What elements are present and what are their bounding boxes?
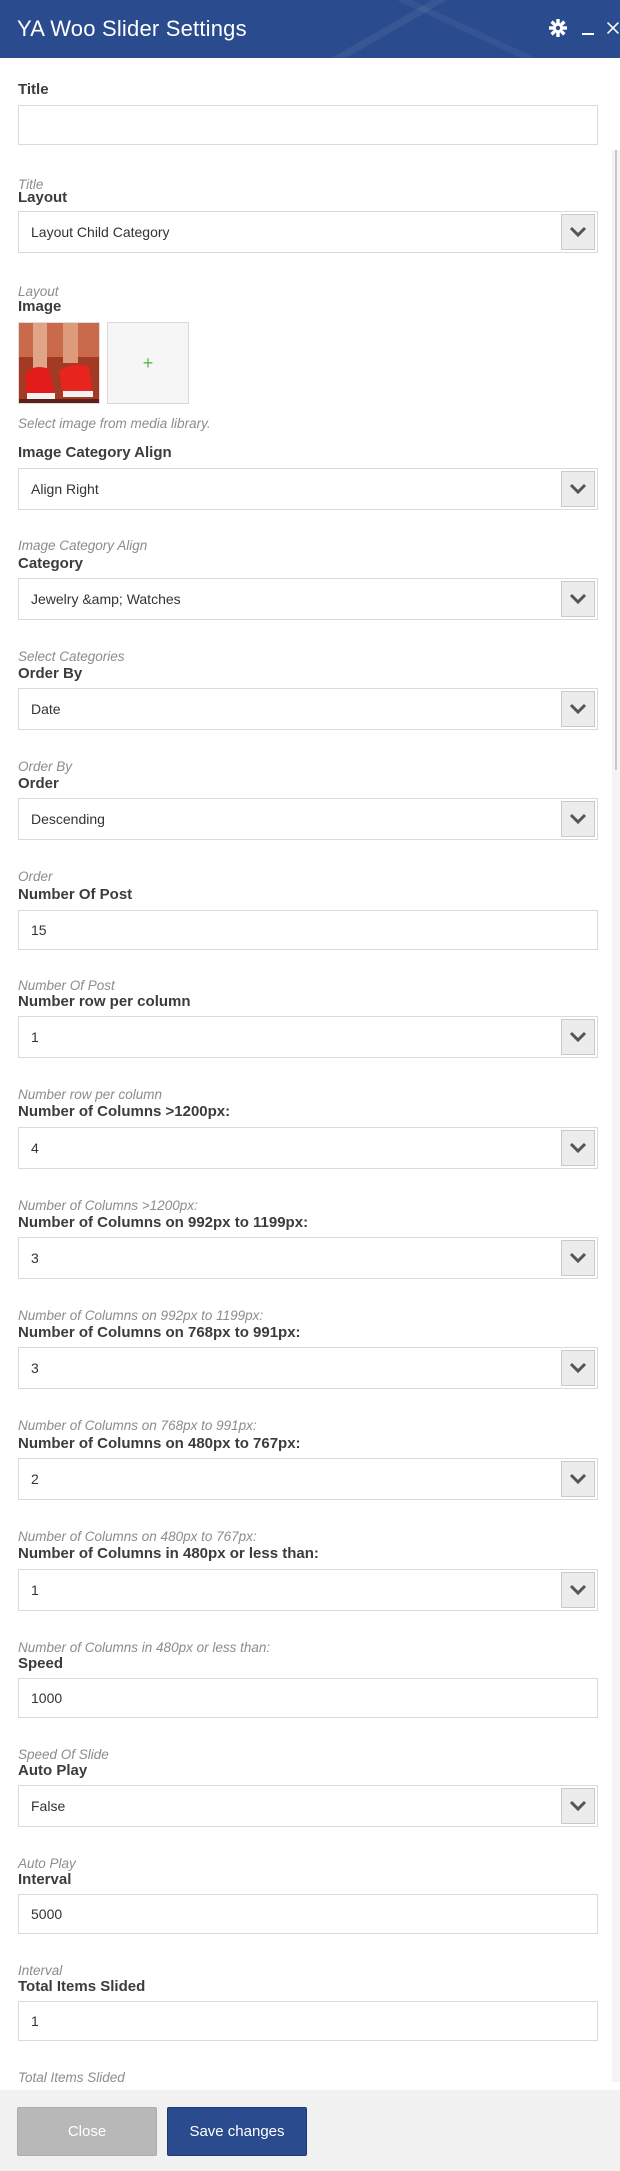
gear-icon[interactable] [546,14,570,42]
cols-1200-select[interactable]: 4 [18,1127,598,1169]
title-label: Title [18,81,49,98]
total-items-input[interactable]: 1 [18,2001,598,2041]
order-by-label: Order By [18,665,83,682]
number-of-post-input[interactable]: 15 [18,910,598,950]
minimize-icon[interactable] [580,14,596,42]
chevron-down-icon[interactable] [561,1788,595,1824]
dialog-header: YA Woo Slider Settings [0,0,620,58]
chevron-down-icon[interactable] [561,1019,595,1055]
close-icon[interactable] [606,14,620,42]
image-hint: Select image from media library. [18,416,211,431]
dialog-title: YA Woo Slider Settings [17,16,247,41]
image-picker: + [18,322,198,406]
category-value: Jewelry &amp; Watches [31,591,181,607]
cols-1200-value: 4 [31,1140,39,1156]
settings-panel: Title Title Layout Layout Child Category… [0,58,620,2090]
auto-play-hint: Auto Play [18,1856,76,1871]
order-by-value: Date [31,701,61,717]
order-label: Order [18,775,59,792]
category-hint: Select Categories [18,649,125,664]
cols-992-hint: Number of Columns on 992px to 1199px: [18,1308,264,1323]
image-align-hint: Image Category Align [18,538,148,553]
rows-per-column-hint: Number row per column [18,1087,163,1102]
layout-label: Layout [18,189,68,206]
auto-play-label: Auto Play [18,1762,88,1779]
chevron-down-icon[interactable] [561,1240,595,1276]
chevron-down-icon[interactable] [561,801,595,837]
number-of-post-hint: Number Of Post [18,978,115,993]
order-select[interactable]: Descending [18,798,598,840]
cols-480-label: Number of Columns on 480px to 767px: [18,1435,301,1452]
image-label: Image [18,298,62,315]
add-image-button[interactable]: + [107,322,189,404]
scrollbar-thumb[interactable] [615,150,617,770]
speed-label: Speed [18,1655,64,1672]
rows-per-column-label: Number row per column [18,993,191,1010]
rows-per-column-select[interactable]: 1 [18,1016,598,1058]
layout-select[interactable]: Layout Child Category [18,211,598,253]
interval-input[interactable]: 5000 [18,1894,598,1934]
image-align-label: Image Category Align [18,444,172,461]
order-hint: Order [18,869,53,884]
save-changes-button[interactable]: Save changes [167,2107,307,2156]
chevron-down-icon[interactable] [561,691,595,727]
cols-480-select[interactable]: 2 [18,1458,598,1500]
chevron-down-icon[interactable] [561,1350,595,1386]
scrollbar[interactable] [612,150,620,2082]
cols-less-480-value: 1 [31,1582,39,1598]
rows-per-column-value: 1 [31,1029,39,1045]
chevron-down-icon[interactable] [561,471,595,507]
selected-image-thumbnail[interactable] [18,322,100,404]
layout-hint: Layout [18,284,59,299]
auto-play-value: False [31,1798,66,1814]
total-items-hint: Total Items Slided [18,2070,125,2085]
dialog-footer: Close Save changes [0,2090,620,2171]
category-select[interactable]: Jewelry &amp; Watches [18,578,598,620]
cols-768-select[interactable]: 3 [18,1347,598,1389]
cols-768-value: 3 [31,1360,39,1376]
cols-1200-label: Number of Columns >1200px: [18,1103,231,1120]
title-input[interactable] [18,105,598,145]
close-button[interactable]: Close [17,2107,157,2156]
cols-768-hint: Number of Columns on 768px to 991px: [18,1418,257,1433]
number-of-post-label: Number Of Post [18,886,133,903]
cols-480-hint: Number of Columns on 480px to 767px: [18,1529,257,1544]
interval-hint: Interval [18,1963,63,1978]
order-by-select[interactable]: Date [18,688,598,730]
total-items-label: Total Items Slided [18,1978,146,1995]
cols-480-value: 2 [31,1471,39,1487]
image-align-select[interactable]: Align Right [18,468,598,510]
layout-value: Layout Child Category [31,224,170,240]
cols-less-480-hint: Number of Columns in 480px or less than: [18,1640,271,1655]
cols-less-480-select[interactable]: 1 [18,1569,598,1611]
chevron-down-icon[interactable] [561,214,595,250]
interval-label: Interval [18,1871,72,1888]
chevron-down-icon[interactable] [561,1572,595,1608]
cols-1200-hint: Number of Columns >1200px: [18,1198,198,1213]
cols-992-value: 3 [31,1250,39,1266]
cols-768-label: Number of Columns on 768px to 991px: [18,1324,301,1341]
cols-992-select[interactable]: 3 [18,1237,598,1279]
image-align-value: Align Right [31,481,99,497]
category-label: Category [18,555,84,572]
order-by-hint: Order By [18,759,73,774]
chevron-down-icon[interactable] [561,1130,595,1166]
chevron-down-icon[interactable] [561,581,595,617]
order-value: Descending [31,811,105,827]
chevron-down-icon[interactable] [561,1461,595,1497]
speed-input[interactable]: 1000 [18,1678,598,1718]
cols-less-480-label: Number of Columns in 480px or less than: [18,1545,319,1562]
speed-hint: Speed Of Slide [18,1747,109,1762]
cols-992-label: Number of Columns on 992px to 1199px: [18,1214,309,1231]
auto-play-select[interactable]: False [18,1785,598,1827]
